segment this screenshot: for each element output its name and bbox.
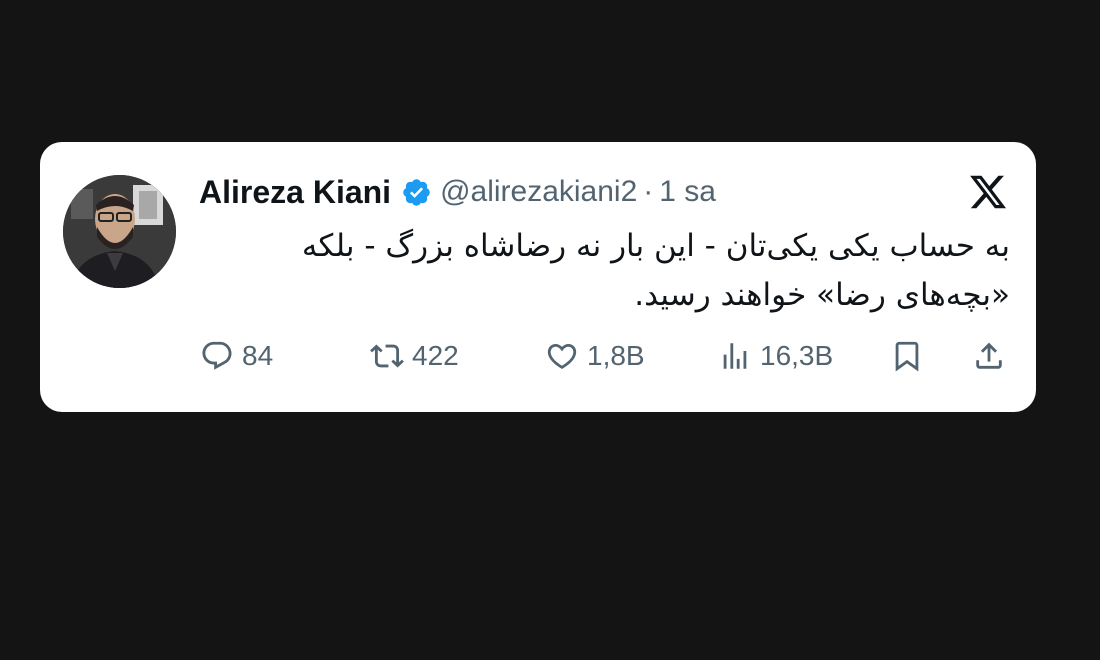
reply-icon — [202, 341, 232, 370]
tweet-text: به حساب یکی یکی‌تان - این بار نه رضاشاه … — [210, 222, 1010, 320]
author-name[interactable]: Alireza Kiani — [199, 174, 391, 211]
tweet-text-line: به حساب یکی یکی‌تان - این بار نه رضاشاه … — [301, 228, 1010, 264]
views-icon — [723, 343, 747, 369]
heart-icon — [547, 343, 577, 369]
like-count: 1,8B — [587, 340, 645, 371]
bookmark-button[interactable] — [890, 334, 924, 378]
tweet-card: Alireza Kiani @alirezakiani2 · 1 sa به ح… — [40, 142, 1036, 412]
x-logo-icon[interactable] — [968, 172, 1008, 212]
tweet-header: Alireza Kiani @alirezakiani2 · 1 sa — [199, 170, 716, 214]
reply-count: 84 — [242, 340, 274, 371]
author-handle[interactable]: @alirezakiani2 — [440, 175, 637, 209]
bookmark-icon — [895, 341, 919, 372]
reply-button[interactable]: 84 — [200, 334, 273, 378]
verified-badge-icon — [401, 177, 432, 208]
separator-dot: · — [643, 175, 654, 208]
avatar-image — [63, 175, 176, 288]
repost-icon — [370, 344, 404, 368]
tweet-timestamp[interactable]: 1 sa — [659, 175, 716, 209]
like-button[interactable]: 1,8B — [545, 334, 645, 378]
action-bar: 84 422 1,8B 16,3B — [40, 334, 1036, 378]
share-button[interactable] — [972, 334, 1006, 378]
share-icon — [976, 342, 1002, 369]
avatar[interactable] — [63, 175, 176, 288]
repost-count: 422 — [412, 340, 459, 371]
views-button[interactable]: 16,3B — [718, 334, 833, 378]
repost-button[interactable]: 422 — [370, 334, 459, 378]
views-count: 16,3B — [760, 340, 834, 371]
tweet-text-line: «بچه‌های رضا» خواهند رسید. — [634, 277, 1010, 313]
